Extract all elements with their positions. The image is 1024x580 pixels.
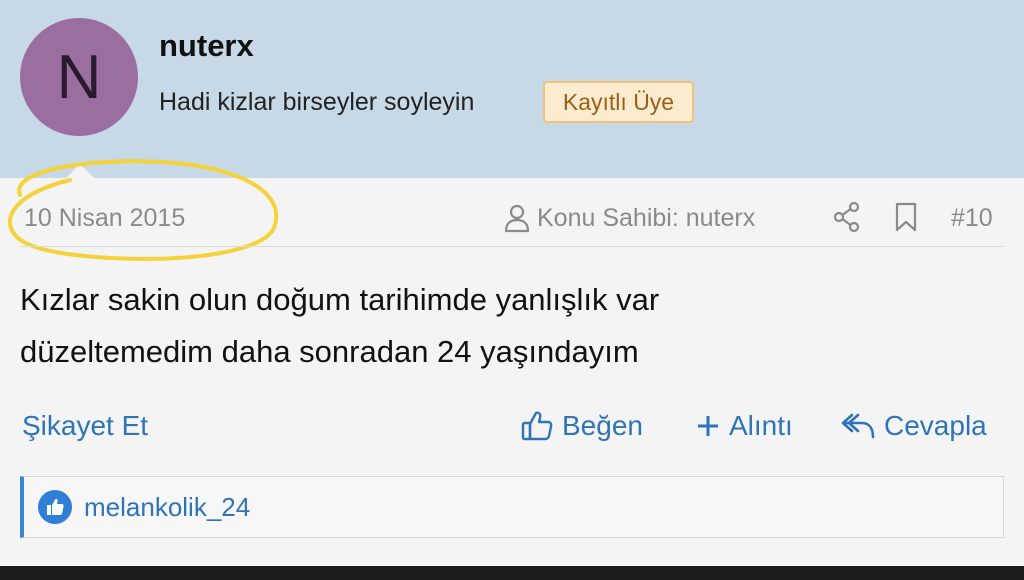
plus-icon: [698, 416, 718, 436]
user-title: Hadi kizlar birseyler soyleyin: [159, 88, 475, 116]
quote-button[interactable]: Alıntı: [695, 404, 793, 448]
reply-label: Cevapla: [884, 410, 987, 441]
thumbs-up-icon: [521, 411, 553, 441]
report-label: Şikayet Et: [22, 410, 149, 441]
bookmark-icon[interactable]: [893, 201, 919, 233]
bottom-bar: [0, 566, 1024, 580]
quote-label: Alıntı: [729, 410, 793, 441]
reactor-link[interactable]: melankolik_24: [84, 492, 250, 523]
avatar[interactable]: N: [20, 18, 138, 136]
post-body: Kızlar sakin olun doğum tarihimde yanlış…: [20, 274, 1000, 378]
post-number[interactable]: #10: [951, 204, 993, 233]
avatar-letter: N: [56, 42, 102, 112]
post-line: Kızlar sakin olun doğum tarihimde yanlış…: [20, 282, 660, 317]
user-icon: [504, 204, 530, 233]
reactions-bar: melankolik_24: [20, 476, 1004, 538]
username[interactable]: nuterx: [159, 28, 254, 64]
post-line: düzeltemedim daha sonradan 24 yaşındayım: [20, 334, 639, 369]
thread-owner: Konu Sahibi: nuterx: [503, 200, 755, 236]
report-button[interactable]: Şikayet Et: [22, 404, 148, 448]
member-badge: Kayıtlı Üye: [543, 81, 694, 123]
post-date[interactable]: 10 Nisan 2015: [24, 204, 185, 233]
reply-icon: [841, 413, 875, 439]
thread-owner-label: Konu Sahibi: nuterx: [537, 203, 756, 232]
like-button[interactable]: Beğen: [520, 404, 643, 448]
like-reaction-icon: [38, 490, 72, 524]
reply-button[interactable]: Cevapla: [840, 404, 987, 448]
share-icon[interactable]: [832, 201, 862, 233]
like-label: Beğen: [562, 410, 643, 441]
divider: [20, 246, 1004, 247]
